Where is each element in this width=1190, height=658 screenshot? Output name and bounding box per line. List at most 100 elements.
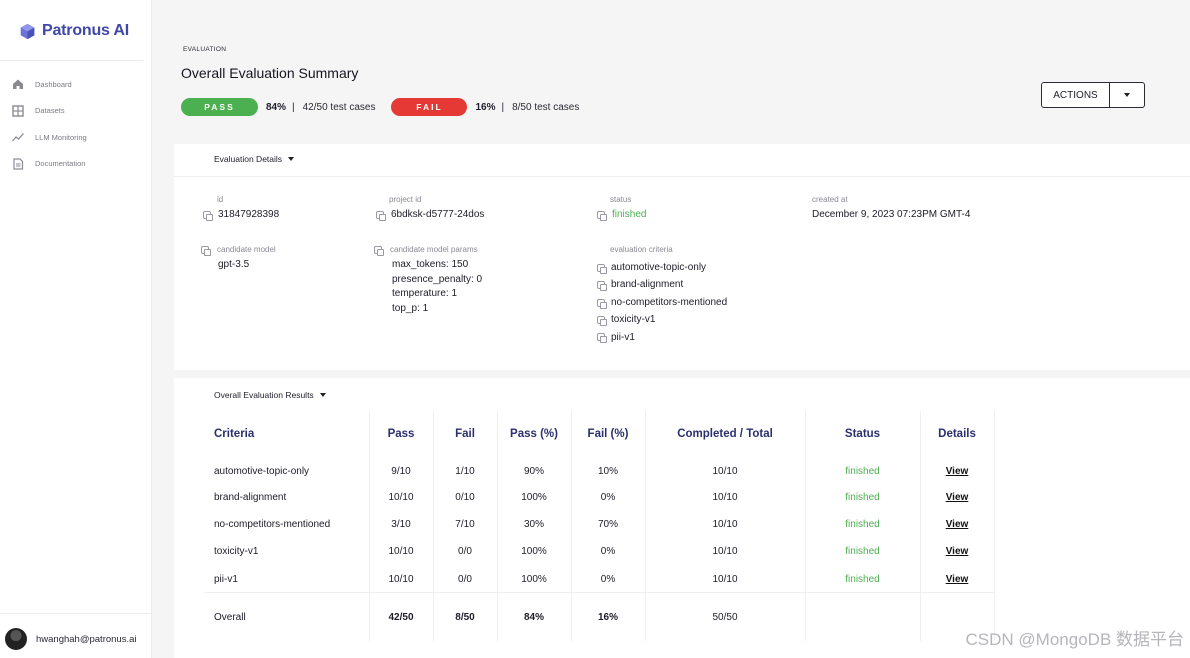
sidebar-item-label: Datasets (35, 106, 65, 115)
actions-button[interactable]: ACTIONS (1041, 82, 1145, 108)
fail-cases: 8/50 test cases (512, 101, 580, 113)
field-label: evaluation criteria (610, 245, 673, 254)
param-item: max_tokens: 150 (392, 259, 469, 270)
completed-cell: 10/10 (645, 565, 806, 593)
avatar[interactable] (5, 628, 27, 650)
actions-label[interactable]: ACTIONS (1042, 83, 1110, 107)
pass-cell: 9/10 (369, 456, 434, 484)
copy-icon[interactable] (374, 245, 384, 256)
table-row: toxicity-v1 10/10 0/0 100% 0% 10/10 fini… (204, 538, 995, 566)
copy-icon[interactable] (597, 263, 607, 274)
column-header[interactable]: Details (920, 411, 995, 456)
sidebar-item-llm-monitoring[interactable]: LLM Monitoring (12, 129, 87, 145)
criteria-item: pii-v1 (597, 329, 727, 346)
sidebar-item-datasets[interactable]: Datasets (12, 103, 87, 119)
fail-cell: 0/0 (433, 538, 498, 566)
actions-dropdown-toggle[interactable] (1110, 83, 1144, 107)
column-header[interactable]: Criteria (204, 411, 370, 456)
pass-cell: 10/10 (369, 483, 434, 511)
column-header[interactable]: Fail (%) (571, 411, 646, 456)
column-header[interactable]: Status (805, 411, 921, 456)
field-label: created at (812, 195, 848, 204)
copy-icon[interactable] (203, 211, 213, 222)
copy-icon[interactable] (597, 211, 607, 222)
total-pass-pct: 84% (497, 592, 572, 641)
patronus-logo-icon (20, 23, 35, 39)
view-link[interactable]: View (946, 466, 969, 477)
copy-icon[interactable] (597, 281, 607, 292)
status-cell: finished (805, 538, 921, 566)
trend-icon (12, 133, 24, 142)
pass-cases: 42/50 test cases (302, 101, 376, 113)
status-value: finished (612, 209, 647, 220)
param-item: presence_penalty: 0 (392, 273, 483, 285)
copy-icon[interactable] (597, 315, 607, 326)
sidebar-item-dashboard[interactable]: Dashboard (12, 76, 87, 92)
copy-icon[interactable] (201, 245, 211, 256)
column-header[interactable]: Pass (%) (497, 411, 572, 456)
criteria-cell: automotive-topic-only (204, 456, 370, 484)
fail-cell: 1/10 (433, 456, 498, 484)
table-total-row: Overall 42/50 8/50 84% 16% 50/50 (204, 592, 995, 641)
pass-percent: 84% (266, 101, 287, 113)
table-row: brand-alignment 10/10 0/10 100% 0% 10/10… (204, 483, 995, 511)
fail-cell: 0/10 (433, 483, 498, 511)
field-value: finished (597, 208, 646, 223)
fail-percent: 16% (475, 101, 496, 113)
field-candidate-model-params: candidate model params max_tokens: 150 p… (374, 245, 482, 316)
sidebar: Patronus AI Dashboard Datasets LLM Monit… (0, 0, 152, 658)
pass-cell: 3/10 (369, 510, 434, 539)
evaluation-details-toggle[interactable]: Evaluation Details (214, 154, 295, 164)
evaluation-results-card: Overall Evaluation Results Criteria Pass… (174, 378, 1190, 658)
card-divider (174, 176, 1190, 177)
total-pass: 42/50 (369, 592, 434, 641)
criteria-item: brand-alignment (597, 276, 727, 293)
user-profile[interactable]: hwanghah@patronus.ai (5, 628, 137, 650)
evaluation-results-toggle[interactable]: Overall Evaluation Results (214, 390, 326, 400)
completed-cell: 10/10 (645, 538, 806, 566)
criteria-item: no-competitors-mentioned (597, 294, 727, 311)
copy-icon[interactable] (597, 298, 607, 309)
pass-cell: 10/10 (369, 565, 434, 593)
total-fail-pct: 16% (571, 592, 646, 641)
column-header[interactable]: Pass (369, 411, 434, 456)
chevron-down-icon (288, 157, 295, 161)
fail-cell: 0/0 (433, 565, 498, 593)
chevron-down-icon (319, 393, 326, 397)
results-table: Criteria Pass Fail Pass (%) Fail (%) Com… (204, 411, 995, 641)
pass-pct-cell: 100% (497, 538, 572, 566)
criteria-item: toxicity-v1 (597, 311, 727, 328)
view-link[interactable]: View (946, 546, 969, 557)
param-item: temperature: 1 (392, 288, 458, 300)
field-label: id (217, 195, 224, 204)
logo[interactable]: Patronus AI (19, 22, 129, 40)
app-name: Patronus AI (42, 22, 129, 39)
field-status: status finished (597, 195, 646, 223)
user-email: hwanghah@patronus.ai (36, 633, 137, 645)
column-header[interactable]: Completed / Total (645, 411, 806, 456)
param-item: top_p: 1 (392, 302, 429, 314)
pass-cell: 10/10 (369, 538, 434, 566)
copy-icon[interactable] (597, 333, 607, 344)
sidebar-item-documentation[interactable]: Documentation (12, 156, 87, 172)
sidebar-item-label: Documentation (35, 159, 86, 168)
view-link[interactable]: View (946, 574, 969, 585)
field-label-text: candidate model params (390, 245, 478, 254)
copy-icon[interactable] (376, 211, 386, 222)
fail-pct-cell: 70% (571, 510, 646, 539)
view-link[interactable]: View (946, 492, 969, 503)
total-label: Overall (204, 592, 370, 641)
pass-pct-cell: 90% (497, 456, 572, 484)
pass-badge: PASS (181, 98, 258, 116)
pass-pct-cell: 100% (497, 483, 572, 511)
status-cell: finished (805, 483, 921, 511)
fail-pct-cell: 0% (571, 538, 646, 566)
column-header[interactable]: Fail (433, 411, 498, 456)
total-status (805, 592, 921, 641)
home-icon (13, 79, 23, 89)
page-eyebrow: EVALUATION (183, 46, 227, 53)
status-cell: finished (805, 565, 921, 593)
field-id: id 31847928398 (203, 195, 279, 223)
project-id-value: 6bdksk-d5777-24dos (391, 209, 485, 220)
view-link[interactable]: View (946, 519, 969, 530)
